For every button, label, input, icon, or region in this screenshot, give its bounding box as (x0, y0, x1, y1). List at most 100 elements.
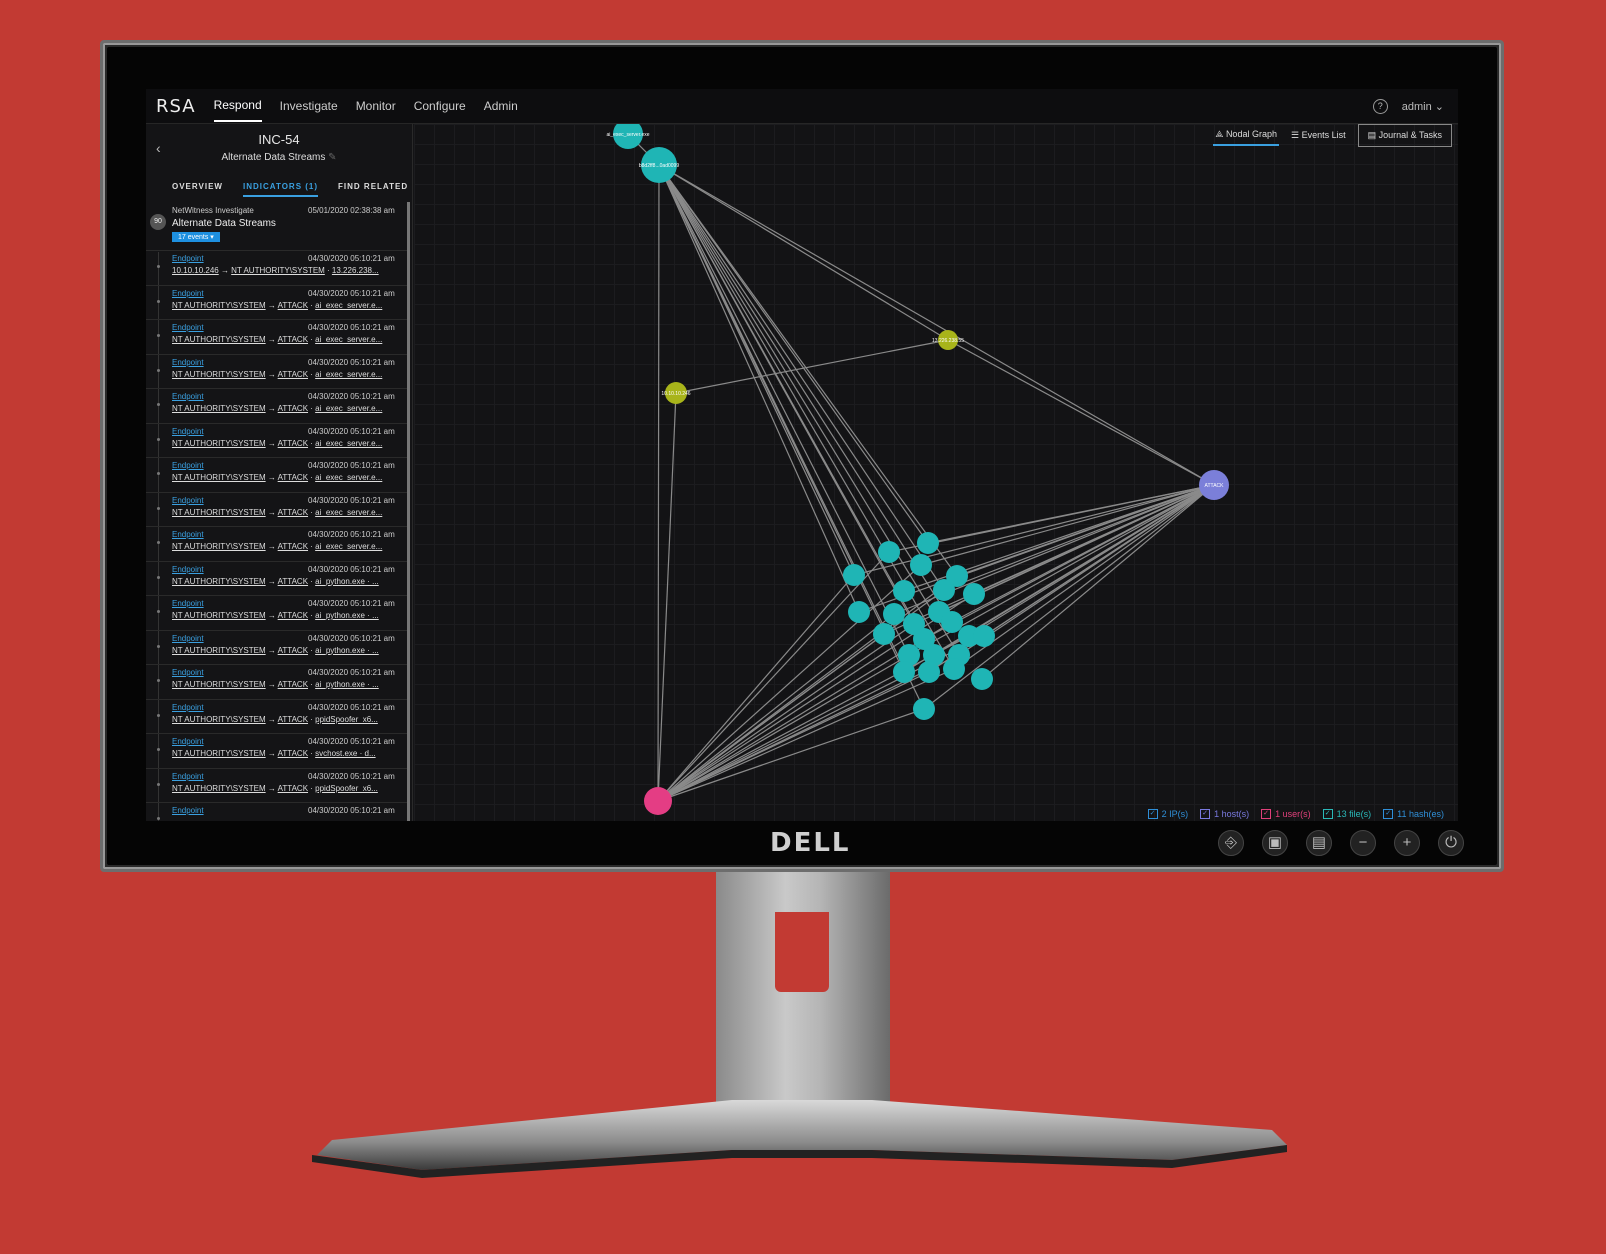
event-row[interactable]: Endpoint 04/30/2020 05:10:21 am NT AUTHORI… (146, 767, 408, 803)
event-source-entity[interactable]: 10.10.10.246 (172, 266, 219, 275)
event-source-link[interactable]: Endpoint (172, 703, 204, 712)
event-source-entity[interactable]: NT AUTHORITY\SYSTEM (172, 301, 266, 310)
event-source-entity[interactable]: NT AUTHORITY\SYSTEM (172, 439, 266, 448)
file-node[interactable] (973, 625, 995, 647)
event-source-link[interactable]: Endpoint (172, 289, 204, 298)
event-target-entity[interactable]: ATTACK (278, 784, 308, 793)
legend-item[interactable]: ✓ 2 IP(s) (1147, 809, 1188, 819)
event-row[interactable]: Endpoint 04/30/2020 05:10:21 am 10.10.10.2… (146, 250, 408, 285)
event-source-entity[interactable]: NT AUTHORITY\SYSTEM (172, 611, 266, 620)
event-source-link[interactable]: Endpoint (172, 772, 204, 781)
event-target-entity[interactable]: ATTACK (278, 646, 308, 655)
event-source-entity[interactable]: NT AUTHORITY\SYSTEM (172, 749, 266, 758)
event-target-entity[interactable]: ATTACK (278, 473, 308, 482)
checkbox-icon[interactable]: ✓ (1261, 809, 1272, 819)
event-row[interactable]: Endpoint 04/30/2020 05:10:21 am NT AUTHORI… (146, 698, 408, 734)
event-source-link[interactable]: Endpoint (172, 530, 204, 539)
event-source-entity[interactable]: NT AUTHORITY\SYSTEM (172, 335, 266, 344)
event-row[interactable]: Endpoint 04/30/2020 05:10:21 am NT AUTHORI… (146, 319, 408, 354)
event-source-entity[interactable]: NT AUTHORITY\SYSTEM (172, 370, 266, 379)
event-target-entity[interactable]: ATTACK (278, 404, 308, 413)
event-target-entity[interactable]: ATTACK (278, 439, 308, 448)
nodal-graph-area[interactable]: ai_exec_server.exe b8d2ff8...0ad0099 13.22… (414, 124, 1458, 821)
event-source-link[interactable]: Endpoint (172, 496, 204, 505)
event-target-entity[interactable]: ATTACK (278, 577, 308, 586)
event-source-link[interactable]: Endpoint (172, 427, 204, 436)
event-source-link[interactable]: Endpoint (172, 358, 204, 367)
event-target-entity[interactable]: ATTACK (278, 749, 308, 758)
event-source-link[interactable]: Endpoint (172, 461, 204, 470)
tab-find-related[interactable]: FIND RELATED (338, 182, 408, 197)
event-source-entity[interactable]: NT AUTHORITY\SYSTEM (172, 473, 266, 482)
indicator-header[interactable]: 90 NetWitness Investigate 05/01/2020 02:… (146, 202, 408, 250)
event-row[interactable]: Endpoint 04/30/2020 05:10:21 am NT AUTHORI… (146, 422, 408, 458)
file-node[interactable] (878, 541, 900, 563)
event-row[interactable]: Endpoint 04/30/2020 05:10:21 am NT AUTHORI… (146, 526, 408, 561)
event-source-entity[interactable]: NT AUTHORITY\SYSTEM (172, 715, 266, 724)
event-row[interactable]: Endpoint 04/30/2020 05:10:21 am NT AUTHORI… (146, 664, 408, 699)
file-node[interactable] (883, 603, 905, 625)
event-target-entity[interactable]: ATTACK (278, 370, 308, 379)
edit-icon[interactable]: ✎ (328, 152, 336, 163)
event-source-link[interactable]: Endpoint (172, 737, 204, 746)
event-row[interactable]: Endpoint 04/30/2020 05:10:21 am NT AUTHORI… (146, 284, 408, 320)
journal-tasks-button[interactable]: ▤ Journal & Tasks (1357, 124, 1452, 147)
legend-item[interactable]: ✓ 11 hash(es) (1383, 809, 1444, 819)
legend-item[interactable]: ✓ 13 file(s) (1322, 809, 1371, 819)
file-node[interactable] (843, 564, 865, 586)
event-row[interactable]: Endpoint 04/30/2020 05:10:21 am (146, 802, 408, 821)
event-row[interactable]: Endpoint 04/30/2020 05:10:21 am NT AUTHORI… (146, 595, 408, 630)
file-node[interactable] (943, 658, 965, 680)
events-list-tab[interactable]: ☰ Events List (1289, 126, 1348, 145)
event-source-link[interactable]: Endpoint (172, 254, 204, 263)
checkbox-icon[interactable]: ✓ (1322, 809, 1333, 819)
file-node[interactable] (873, 623, 895, 645)
event-source-link[interactable]: Endpoint (172, 599, 204, 608)
nav-configure[interactable]: Configure (414, 91, 466, 121)
event-source-link[interactable]: Endpoint (172, 323, 204, 332)
event-row[interactable]: Endpoint 04/30/2020 05:10:21 am NT AUTHORI… (146, 353, 408, 389)
file-node[interactable] (848, 601, 870, 623)
checkbox-icon[interactable]: ✓ (1200, 809, 1211, 819)
events-toggle-button[interactable]: 17 events ▾ (172, 232, 220, 242)
event-target-entity[interactable]: ATTACK (278, 715, 308, 724)
event-target-entity[interactable]: ATTACK (278, 542, 308, 551)
help-icon[interactable]: ? (1372, 98, 1388, 114)
scrollbar[interactable] (407, 202, 410, 821)
event-source-entity[interactable]: NT AUTHORITY\SYSTEM (172, 404, 266, 413)
legend-item[interactable]: ✓ 1 user(s) (1261, 809, 1311, 819)
event-row[interactable]: Endpoint 04/30/2020 05:10:21 am NT AUTHORI… (146, 629, 408, 665)
user-node[interactable] (644, 787, 672, 815)
file-node[interactable] (893, 661, 915, 683)
file-node[interactable] (893, 580, 915, 602)
event-row[interactable]: Endpoint 04/30/2020 05:10:21 am NT AUTHORI… (146, 560, 408, 596)
event-source-entity[interactable]: NT AUTHORITY\SYSTEM (172, 508, 266, 517)
file-node[interactable] (917, 532, 939, 554)
event-source-entity[interactable]: NT AUTHORITY\SYSTEM (172, 577, 266, 586)
event-target-entity[interactable]: ATTACK (278, 508, 308, 517)
event-row[interactable]: Endpoint 04/30/2020 05:10:21 am NT AUTHORI… (146, 733, 408, 768)
event-source-entity[interactable]: NT AUTHORITY\SYSTEM (172, 784, 266, 793)
file-node[interactable] (971, 668, 993, 690)
file-node[interactable] (963, 583, 985, 605)
file-node[interactable] (918, 661, 940, 683)
event-target-entity[interactable]: ATTACK (278, 301, 308, 310)
file-node[interactable] (913, 698, 935, 720)
legend-item[interactable]: ✓ 1 host(s) (1200, 809, 1249, 819)
nav-investigate[interactable]: Investigate (280, 91, 338, 121)
nodal-graph-tab[interactable]: ⟁ Nodal Graph (1213, 125, 1279, 146)
checkbox-icon[interactable]: ✓ (1147, 809, 1158, 819)
event-source-link[interactable]: Endpoint (172, 668, 204, 677)
event-row[interactable]: Endpoint 04/30/2020 05:10:21 am NT AUTHORI… (146, 491, 408, 527)
nav-respond[interactable]: Respond (213, 90, 262, 122)
event-target-entity[interactable]: ATTACK (278, 335, 308, 344)
tab-overview[interactable]: OVERVIEW (172, 182, 223, 197)
event-source-link[interactable]: Endpoint (172, 392, 204, 401)
file-node[interactable] (941, 611, 963, 633)
event-row[interactable]: Endpoint 04/30/2020 05:10:21 am NT AUTHORI… (146, 457, 408, 492)
event-source-entity[interactable]: NT AUTHORITY\SYSTEM (172, 646, 266, 655)
event-row[interactable]: Endpoint 04/30/2020 05:10:21 am NT AUTHORI… (146, 388, 408, 423)
file-node[interactable] (933, 579, 955, 601)
file-node[interactable] (910, 554, 932, 576)
event-source-entity[interactable]: NT AUTHORITY\SYSTEM (172, 542, 266, 551)
